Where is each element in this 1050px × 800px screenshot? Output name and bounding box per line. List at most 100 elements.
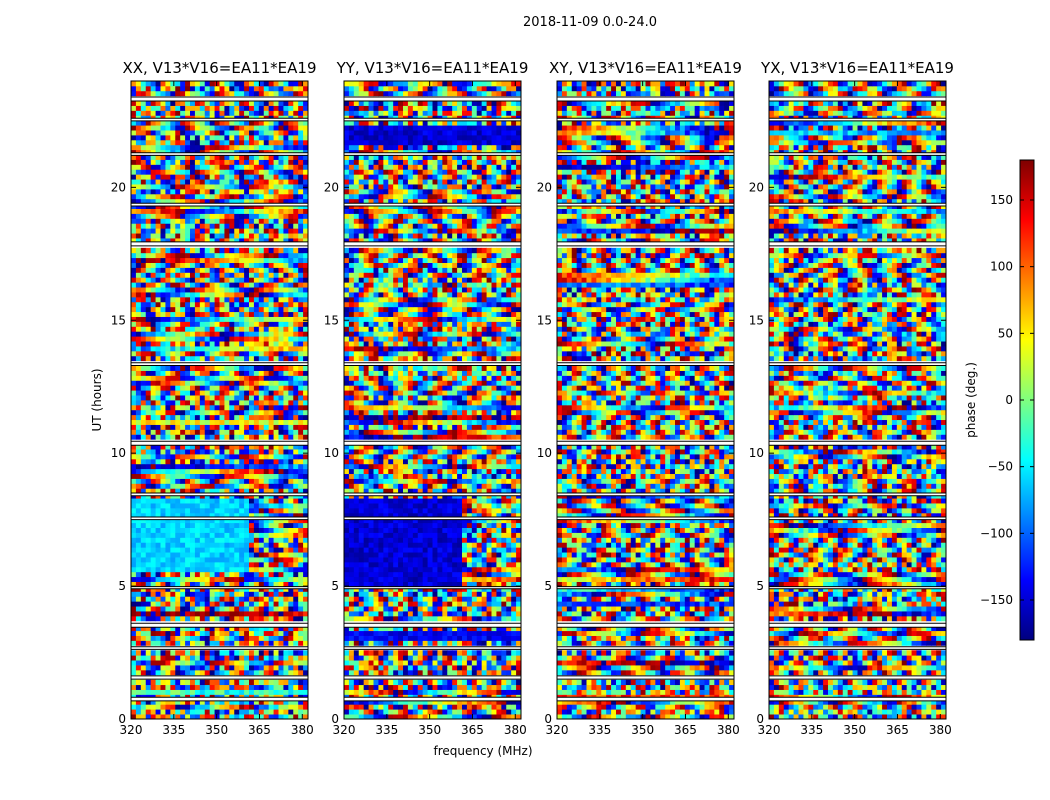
phase-cell bbox=[258, 267, 265, 273]
phase-cell bbox=[268, 375, 274, 381]
phase-cell bbox=[234, 611, 240, 617]
phase-cell bbox=[150, 311, 156, 317]
phase-cell bbox=[234, 228, 240, 234]
phase-cell bbox=[373, 665, 379, 671]
phase-cell bbox=[219, 611, 225, 617]
phase-cell bbox=[253, 630, 260, 636]
phase-cell bbox=[511, 679, 517, 686]
phase-cell bbox=[288, 213, 294, 219]
phase-cell bbox=[258, 665, 265, 671]
phase-cell bbox=[239, 468, 245, 475]
phase-cell bbox=[229, 409, 235, 416]
phase-cell bbox=[239, 650, 245, 656]
phase-cell bbox=[160, 164, 166, 170]
phase-cell bbox=[273, 547, 279, 553]
phase-cell bbox=[204, 321, 211, 327]
phase-cell bbox=[170, 665, 176, 671]
phase-cell bbox=[170, 233, 176, 239]
phase-cell bbox=[363, 640, 369, 646]
phase-cell bbox=[273, 527, 279, 533]
phase-cell bbox=[293, 419, 299, 425]
phase-cell bbox=[185, 341, 191, 347]
phase-cell bbox=[145, 262, 152, 268]
phase-cell bbox=[165, 385, 171, 391]
phase-cell bbox=[298, 277, 304, 283]
phase-cell bbox=[403, 640, 409, 646]
phase-cell bbox=[190, 669, 196, 676]
phase-cell bbox=[288, 247, 294, 254]
phase-cell bbox=[204, 380, 211, 386]
phase-cell bbox=[209, 537, 215, 543]
phase-cell bbox=[258, 90, 265, 97]
phase-cell bbox=[145, 174, 152, 180]
phase-cell bbox=[185, 689, 191, 695]
phase-cell bbox=[199, 287, 206, 293]
phase-cell bbox=[452, 679, 458, 686]
phase-cell bbox=[180, 208, 186, 214]
phase-cell bbox=[131, 257, 137, 263]
phase-cell bbox=[165, 125, 171, 131]
phase-cell bbox=[224, 159, 230, 165]
phase-cell bbox=[273, 655, 279, 661]
phase-cell bbox=[278, 262, 284, 268]
phase-cell bbox=[199, 498, 206, 504]
phase-cell bbox=[131, 542, 137, 548]
phase-cell bbox=[253, 370, 260, 376]
phase-cell bbox=[293, 193, 299, 200]
phase-cell bbox=[258, 483, 265, 489]
phase-cell bbox=[249, 473, 255, 479]
phase-cell bbox=[388, 640, 394, 646]
phase-cell bbox=[427, 665, 433, 671]
phase-cell bbox=[219, 292, 225, 298]
phase-cell bbox=[135, 542, 142, 548]
phase-cell bbox=[160, 640, 166, 646]
phase-cell bbox=[180, 615, 186, 622]
phase-cell bbox=[263, 414, 270, 421]
phase-cell bbox=[249, 571, 255, 578]
phase-cell bbox=[407, 684, 414, 690]
phase-cell bbox=[180, 262, 186, 268]
phase-cell bbox=[229, 277, 235, 283]
phase-cell bbox=[150, 341, 156, 347]
phase-cell bbox=[501, 650, 507, 656]
phase-cell bbox=[249, 247, 255, 254]
phase-cell bbox=[135, 213, 142, 219]
phase-cell bbox=[278, 679, 284, 686]
phase-cell bbox=[185, 139, 191, 146]
phase-cell bbox=[219, 85, 225, 92]
phase-cell bbox=[288, 125, 294, 131]
phase-cell bbox=[150, 331, 156, 337]
phase-cell bbox=[175, 233, 181, 239]
phase-cell bbox=[131, 606, 137, 612]
phase-cell bbox=[239, 301, 245, 308]
phase-cell bbox=[180, 188, 186, 195]
phase-cell bbox=[293, 341, 299, 347]
phase-cell bbox=[234, 669, 240, 676]
phase-cell bbox=[135, 601, 142, 607]
phase-cell bbox=[268, 193, 274, 200]
phase-cell bbox=[412, 679, 419, 686]
phase-cell bbox=[293, 346, 299, 352]
phase-cell bbox=[209, 483, 215, 489]
phase-cell bbox=[135, 434, 142, 440]
phase-cell bbox=[160, 601, 166, 607]
phase-cell bbox=[234, 552, 240, 558]
phase-cell bbox=[229, 321, 235, 327]
phase-cell bbox=[180, 453, 186, 460]
phase-cell bbox=[180, 125, 186, 131]
phase-cell bbox=[383, 665, 389, 671]
phase-cell bbox=[348, 689, 355, 695]
phase-cell bbox=[160, 179, 166, 185]
phase-cell bbox=[234, 409, 240, 416]
phase-cell bbox=[283, 326, 289, 332]
phase-cell bbox=[150, 596, 156, 602]
phase-cell bbox=[140, 193, 147, 200]
phase-cell bbox=[204, 601, 211, 607]
phase-cell bbox=[204, 611, 211, 617]
phase-cell bbox=[239, 424, 245, 430]
phase-cell bbox=[185, 306, 191, 313]
phase-cell bbox=[288, 257, 294, 263]
phase-cell bbox=[185, 581, 191, 587]
phase-cell bbox=[170, 346, 176, 352]
phase-cell bbox=[190, 247, 196, 254]
